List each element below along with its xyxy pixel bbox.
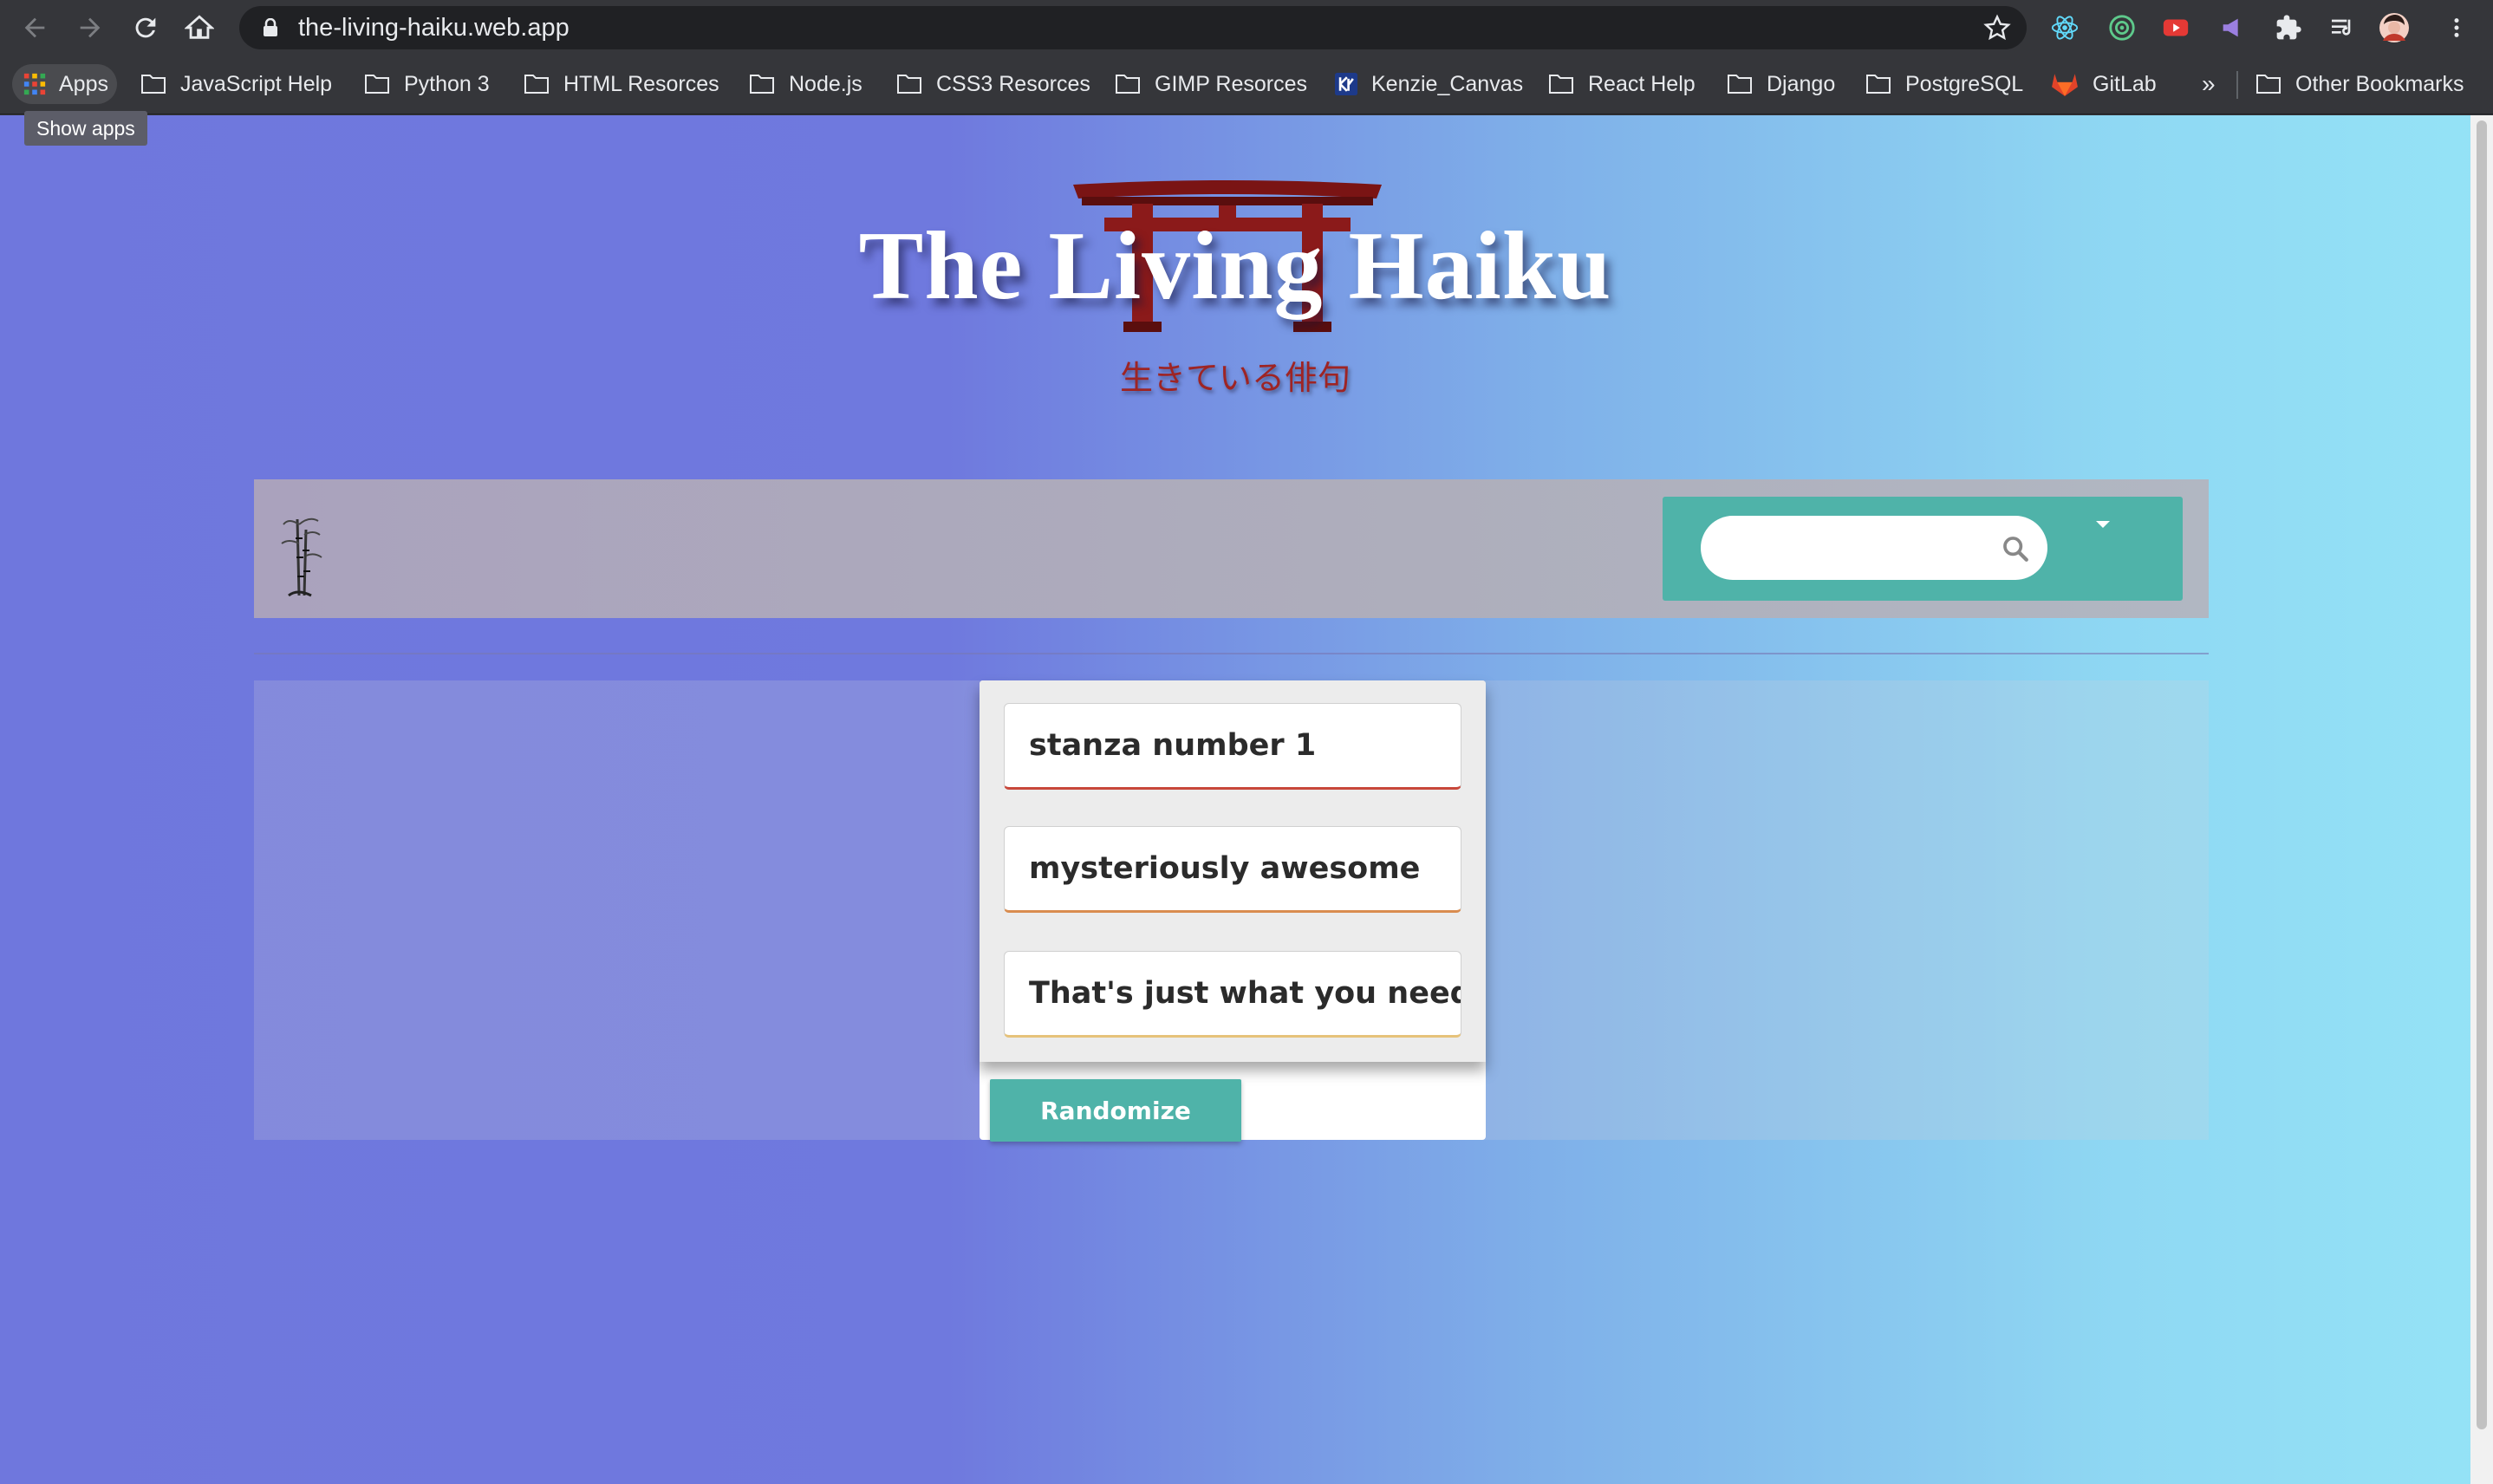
bookmark-label: React Help [1588,71,1696,96]
reading-list-icon[interactable] [2327,12,2358,43]
folder-icon [141,75,166,94]
folder-icon [365,75,389,94]
bookmark-label: CSS3 Resorces [936,71,1090,96]
bookmark-python-3[interactable]: Python 3 [364,64,490,104]
page-subtitle: 生きている俳句 [1119,359,1351,397]
site-navbar [254,479,2209,618]
forward-icon[interactable] [73,10,107,45]
show-apps-tooltip: Show apps [24,111,147,146]
home-icon[interactable] [182,10,217,45]
bamboo-icon[interactable] [280,512,323,599]
bookmark-label: Django [1767,71,1836,96]
folder-icon [1728,75,1752,94]
bookmark-html-resorces[interactable]: HTML Resorces [524,64,719,104]
bookmark-postgresql[interactable]: PostgreSQL [1865,64,2023,104]
divider [254,653,2209,654]
profile-avatar[interactable] [2379,12,2410,43]
randomize-button[interactable]: Randomize [990,1079,1241,1142]
stanza-line-1[interactable]: stanza number 1 [1004,703,1461,790]
bookmark-label: GitLab [2093,71,2157,96]
haiku-stanzas-panel: stanza number 1 mysteriously awesome Tha… [980,680,1486,1062]
bookmark-label: Apps [59,71,108,96]
bookmarks-overflow-chevron[interactable]: » [2202,64,2216,104]
bookmark-kenzie-canvas[interactable]: Kenzie_Canvas [1335,64,1523,104]
bookmark-react-help[interactable]: React Help [1548,64,1696,104]
bookmark-gitlab[interactable]: GitLab [2051,64,2157,104]
back-icon[interactable] [17,10,52,45]
react-devtools-icon[interactable] [2049,12,2080,43]
chevron-down-icon[interactable] [2096,521,2110,528]
bookmark-label: Node.js [789,71,862,96]
address-bar[interactable]: the-living-haiku.web.app [239,6,2027,49]
overflow-label: » [2202,70,2216,97]
lock-icon [264,18,277,36]
search-icon[interactable] [2001,534,2030,563]
target-extension-icon[interactable] [2106,12,2138,43]
scrollbar[interactable] [2470,115,2493,1484]
bookmark-label: HTML Resorces [563,71,719,96]
page-title: The Living Haiku [858,212,1612,320]
folder-icon [750,75,774,94]
bookmark-label: GIMP Resorces [1155,71,1307,96]
folder-icon [2256,75,2281,94]
bookmark-label: Python 3 [404,71,490,96]
kenzie-logo-icon [1335,73,1357,95]
bookmark-label: PostgreSQL [1905,71,2024,96]
page-viewport: The Living Haiku 生きている俳句 stanza number 1… [0,115,2493,1484]
bookmark-label: Kenzie_Canvas [1371,71,1524,96]
reload-icon[interactable] [128,10,163,45]
bookmarks-bar: Apps JavaScript Help Python 3 HTML Resor… [0,55,2493,114]
bookmark-django[interactable]: Django [1727,64,1835,104]
folder-icon [524,75,549,94]
apps-grid-icon [23,73,46,95]
search-panel [1663,497,2183,601]
bookmark-apps[interactable]: Apps [12,64,117,104]
browser-toolbar: the-living-haiku.web.app [0,0,2493,55]
bookmark-separator [2236,71,2238,99]
bookmark-css3-resorces[interactable]: CSS3 Resorces [896,64,1090,104]
folder-icon [897,75,921,94]
gitlab-icon [2052,74,2078,96]
bookmark-label: Other Bookmarks [2295,71,2464,96]
haiku-card: stanza number 1 mysteriously awesome Tha… [980,680,1486,1142]
scrollbar-thumb[interactable] [2477,120,2487,1429]
bookmark-gimp-resorces[interactable]: GIMP Resorces [1115,64,1307,104]
extensions-puzzle-icon[interactable] [2273,12,2304,43]
bookmark-other-bookmarks[interactable]: Other Bookmarks [2255,64,2464,104]
folder-icon [1866,75,1891,94]
stanza-line-2[interactable]: mysteriously awesome [1004,826,1461,913]
stanza-line-3[interactable]: That's just what you need [1004,951,1461,1038]
browser-menu-icon[interactable] [2441,12,2472,43]
bookmark-label: JavaScript Help [180,71,333,96]
bookmark-javascript-help[interactable]: JavaScript Help [140,64,332,104]
bookmark-star-icon[interactable] [1983,14,2011,42]
folder-icon [1116,75,1140,94]
bookmark-nodejs[interactable]: Node.js [749,64,862,104]
address-url: the-living-haiku.web.app [298,14,570,42]
folder-icon [1549,75,1573,94]
megaphone-extension-icon[interactable] [2217,12,2249,43]
youtube-extension-icon[interactable] [2160,12,2191,43]
search-input[interactable] [1701,516,2047,580]
